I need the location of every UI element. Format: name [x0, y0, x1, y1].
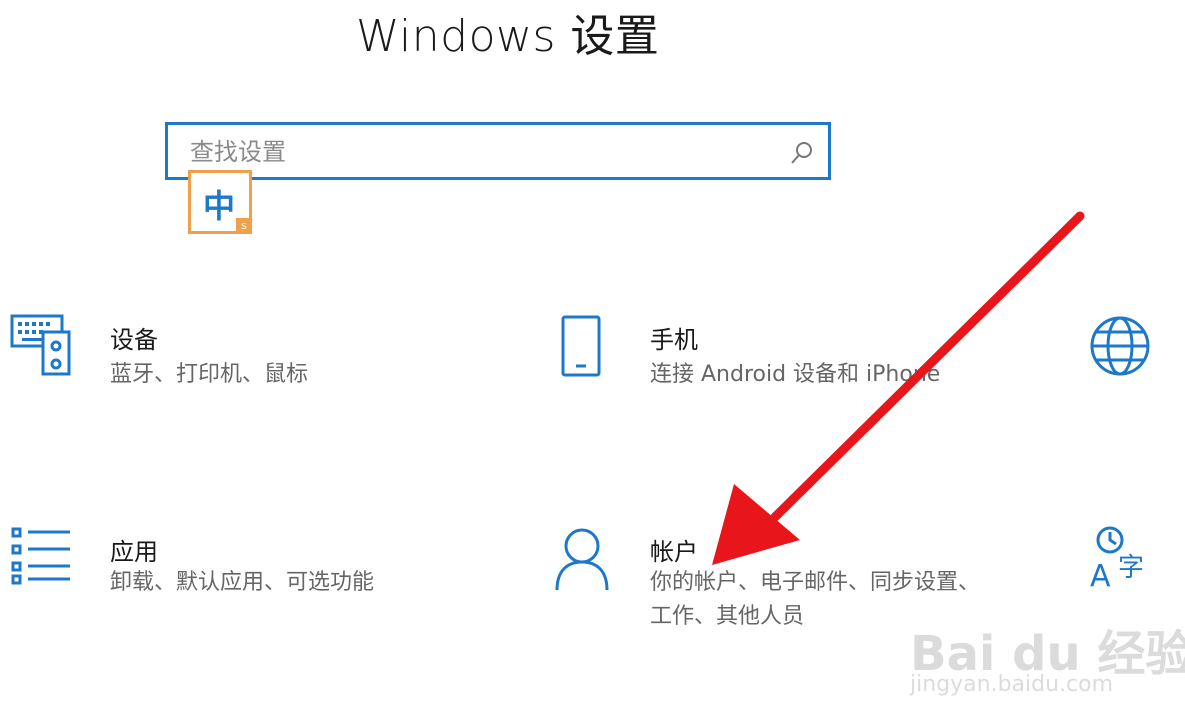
tile-apps[interactable]: 应用 卸载、默认应用、可选功能 [10, 520, 510, 640]
tile-devices[interactable]: 设备 蓝牙、打印机、鼠标 [10, 310, 510, 430]
tile-apps-name: 应用 [110, 538, 158, 566]
account-icon [555, 528, 609, 591]
watermark: Bai du 经验 jingyan.baidu.com [910, 600, 1185, 710]
tile-network-partial[interactable] [1088, 314, 1158, 384]
svg-text:A: A [1090, 559, 1111, 590]
ime-badge: s [236, 218, 252, 234]
apps-icon [11, 527, 70, 585]
tile-phone-name: 手机 [650, 326, 698, 354]
globe-icon [1090, 316, 1150, 376]
time-language-icon: A 字 [1090, 526, 1144, 590]
search-box[interactable] [165, 122, 831, 180]
watermark-url: jingyan.baidu.com [910, 672, 1114, 697]
devices-icon [10, 314, 71, 376]
svg-text:字: 字 [1118, 553, 1144, 583]
search-icon[interactable] [788, 139, 816, 167]
ime-mode-char: 中 [203, 187, 236, 225]
tile-accounts-name: 帐户 [650, 538, 698, 566]
tile-time-language-partial[interactable]: A 字 [1090, 524, 1160, 594]
ime-indicator: 中 s [188, 170, 252, 234]
tile-apps-desc: 卸载、默认应用、可选功能 [110, 570, 375, 595]
phone-icon [561, 315, 601, 377]
tile-phone[interactable]: 手机 连接 Android 设备和 iPhone [560, 310, 1080, 430]
search-input[interactable] [188, 131, 782, 173]
page-title: Windows 设置 [356, 11, 660, 62]
tile-devices-name: 设备 [110, 326, 158, 354]
tile-phone-desc: 连接 Android 设备和 iPhone [650, 362, 941, 387]
tile-devices-desc: 蓝牙、打印机、鼠标 [110, 362, 309, 387]
